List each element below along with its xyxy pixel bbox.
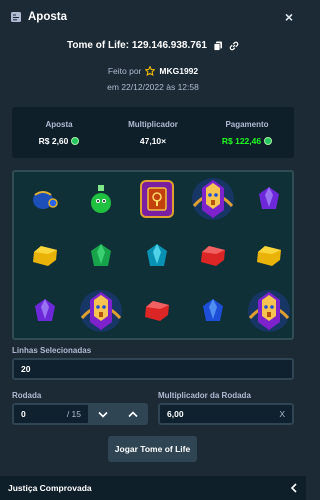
purple-gem-symbol [17,284,73,338]
coin-icon [71,136,80,145]
stat-bet-label: Aposta [45,119,73,129]
made-by-row: Feito por MKG1992 [0,66,306,76]
stat-payout-label: Pagamento [225,119,269,129]
modal-header: Aposta × [0,0,306,34]
pharaoh-symbol [241,284,297,338]
stat-payout: Pagamento R$ 122,46 [200,107,294,158]
round-total: / 15 [66,409,81,419]
provably-fair-label: Justiça Comprovada [8,483,92,493]
slot-reels-grid [12,170,294,340]
cyan-gem-symbol [129,229,185,283]
stat-multiplier: Multiplicador 47,10× [106,107,200,158]
blue-gem-symbol [185,284,241,338]
stat-bet: Aposta R$ 2,60 [12,107,106,158]
stat-payout-value: R$ 122,46 [221,135,262,146]
round-value: 0 [21,409,26,419]
bet-slip-icon [11,12,21,22]
chevron-up-icon [128,410,138,417]
pharaoh-symbol [73,284,129,338]
made-by-label: Feito por [107,66,142,76]
star-icon [145,66,156,76]
bet-date: em 22/12/2022 às 12:58 [107,82,199,92]
round-multiplier-input[interactable]: 6,00 X [158,403,294,425]
stat-multiplier-label: Multiplicador [128,119,178,129]
purple-gem-symbol [241,172,297,226]
stat-payout-value-row: R$ 122,46 [221,135,273,146]
red-gem-symbol [185,229,241,283]
red-gem-symbol [129,284,185,338]
link-icon[interactable] [229,41,239,51]
round-multiplier-suffix: X [279,409,285,419]
yellow-gem-symbol [241,229,297,283]
round-multiplier-label: Multiplicador da Rodada [158,391,251,400]
username-link[interactable]: MKG1992 [159,66,198,76]
green-gem-symbol [73,229,129,283]
coin-icon [264,136,273,145]
chevron-down-icon [98,411,108,418]
round-multiplier-value: 6,00 [167,409,184,419]
stat-multiplier-value: 47,10× [139,135,167,146]
lines-input[interactable]: 20 [12,358,294,380]
scarab-symbol [17,172,73,226]
close-icon[interactable]: × [282,10,296,24]
green-potion-symbol [73,172,129,226]
lines-label: Linhas Selecionadas [12,346,92,355]
tome-of-life-symbol [129,172,185,226]
game-id-row: Tome of Life: 129.146.938.761 [0,40,306,51]
chevron-left-icon[interactable] [290,483,298,493]
round-increment-button[interactable] [118,403,148,425]
round-decrement-button[interactable] [88,403,118,425]
bet-stats-panel: Aposta R$ 2,60 Multiplicador 47,10× Paga… [12,107,294,158]
yellow-gem-symbol [17,229,73,283]
provably-fair-bar[interactable]: Justiça Comprovada [0,476,306,500]
copy-icon[interactable] [213,41,223,51]
game-id-text: Tome of Life: 129.146.938.761 [67,40,207,51]
pharaoh-symbol [185,172,241,226]
play-game-label: Jogar Tome of Life [114,444,191,454]
stat-bet-value: R$ 2,60 [38,135,69,146]
lines-value: 20 [21,364,31,374]
modal-title: Aposta [28,11,67,23]
stat-bet-value-row: R$ 2,60 [39,136,80,146]
round-input[interactable]: 0 / 15 [12,403,90,425]
round-label: Rodada [12,391,42,400]
play-game-button[interactable]: Jogar Tome of Life [108,436,197,462]
